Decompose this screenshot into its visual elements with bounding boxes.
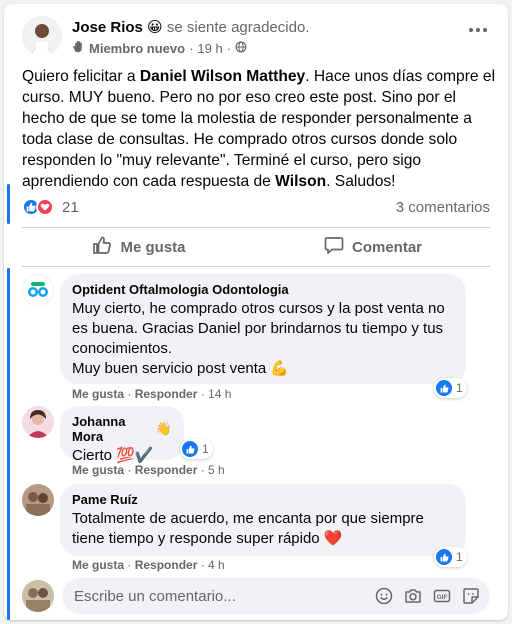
post-body: Quiero felicitar a Daniel Wilson Matthey… xyxy=(22,66,500,192)
comment-line: Muy buen servicio post venta 💪 xyxy=(72,360,290,377)
comment-button[interactable]: Comentar xyxy=(256,228,490,266)
comment-actions: Me gusta · Responder · 5 h xyxy=(72,463,225,477)
body-text: . Saludos! xyxy=(326,173,396,190)
thumbs-up-icon xyxy=(436,380,452,396)
comment-line: Muy cierto, he comprado otros cursos y l… xyxy=(72,300,445,317)
comment-input-wrapper: GIF xyxy=(62,578,490,614)
comment-reactions[interactable]: 1 xyxy=(434,378,467,398)
comment-time[interactable]: 5 h xyxy=(208,463,225,477)
mention-daniel[interactable]: Daniel Wilson Matthey xyxy=(140,68,305,85)
camera-icon[interactable] xyxy=(403,586,422,605)
comment-reply-link[interactable]: Responder xyxy=(135,387,198,401)
comment-line: tiene tiempo y responde super rápido ❤️ xyxy=(72,530,343,547)
wave-icon: 👋 xyxy=(155,421,172,436)
commenter-name[interactable]: Johanna Mora xyxy=(72,414,153,444)
comment: Johanna Mora 👋 Cierto 💯✔️ 1 xyxy=(22,406,490,464)
comment-reaction-count: 1 xyxy=(456,550,463,564)
body-text: Quiero felicitar a xyxy=(22,68,140,85)
thumbs-up-icon xyxy=(92,235,112,259)
smiley-icon[interactable] xyxy=(374,586,393,605)
comment: Pame Ruíz Totalmente de acuerdo, me enca… xyxy=(22,484,490,567)
comment-time[interactable]: 14 h xyxy=(208,387,231,401)
comment-line: es buena. Gracias Daniel por brindarnos … xyxy=(72,320,444,337)
current-user-avatar[interactable] xyxy=(22,580,54,612)
svg-text:GIF: GIF xyxy=(436,593,447,600)
member-badge: Miembro nuevo xyxy=(89,40,186,56)
author-line: Jose Rios 😀 se siente agradecido. xyxy=(72,18,309,36)
comment-text: Totalmente de acuerdo, me encanta por qu… xyxy=(72,509,454,549)
focus-indicator xyxy=(7,184,10,224)
mention-wilson[interactable]: Wilson xyxy=(275,173,326,190)
comment-bubble: Johanna Mora 👋 Cierto 💯✔️ xyxy=(60,406,184,464)
commenter-avatar[interactable] xyxy=(22,274,54,306)
more-horizontal-icon[interactable] xyxy=(464,20,492,40)
author-avatar[interactable] xyxy=(22,16,62,56)
comment-reply-link[interactable]: Responder xyxy=(135,463,198,477)
comment-like-link[interactable]: Me gusta xyxy=(72,558,124,572)
comment-bubble: Pame Ruíz Totalmente de acuerdo, me enca… xyxy=(60,484,466,556)
comment-reactions[interactable]: 1 xyxy=(180,439,213,459)
comment-input[interactable] xyxy=(74,587,354,605)
feeling-text: se siente agradecido. xyxy=(166,19,310,36)
comment-line: conocimientos. xyxy=(72,340,173,357)
globe-icon xyxy=(235,41,247,56)
divider xyxy=(22,266,490,267)
commenter-name-row: Johanna Mora 👋 xyxy=(72,414,172,444)
feeling-emoji: 😀 xyxy=(147,19,163,36)
comments-count[interactable]: 3 comentarios xyxy=(396,199,490,216)
comment-bubble: Optident Oftalmologia Odontologia Muy ci… xyxy=(60,274,466,384)
comments-indicator xyxy=(7,268,10,620)
comment-actions: Me gusta · Responder · 4 h xyxy=(72,558,225,572)
author-name[interactable]: Jose Rios xyxy=(72,19,143,36)
meta-separator: · xyxy=(189,40,194,56)
comment-actions: Me gusta · Responder · 14 h xyxy=(72,387,232,401)
reaction-count[interactable]: 21 xyxy=(62,199,79,216)
comment-like-link[interactable]: Me gusta xyxy=(72,387,124,401)
comment: Optident Oftalmologia Odontologia Muy ci… xyxy=(22,274,490,398)
like-label: Me gusta xyxy=(120,238,186,256)
comment-time[interactable]: 4 h xyxy=(208,558,225,572)
post-header: Jose Rios 😀 se siente agradecido. Miembr… xyxy=(22,14,498,58)
meta-separator: · xyxy=(226,40,232,56)
thumbs-up-icon xyxy=(182,441,198,457)
thumbs-up-icon xyxy=(436,549,452,565)
comment-like-link[interactable]: Me gusta xyxy=(72,463,124,477)
wave-icon xyxy=(72,40,85,56)
post-meta: Miembro nuevo · 19 h · xyxy=(72,40,247,56)
comment-composer: GIF xyxy=(22,578,490,614)
comment-reaction-count: 1 xyxy=(456,381,463,395)
comment-reply-link[interactable]: Responder xyxy=(135,558,198,572)
comment-reactions[interactable]: 1 xyxy=(434,547,467,567)
speech-bubble-icon xyxy=(324,235,344,259)
post-card: Jose Rios 😀 se siente agradecido. Miembr… xyxy=(4,4,508,620)
commenter-name[interactable]: Optident Oftalmologia Odontologia xyxy=(72,282,454,297)
sticker-icon[interactable] xyxy=(461,586,480,605)
composer-tools: GIF xyxy=(374,586,480,605)
comment-label: Comentar xyxy=(351,238,422,256)
gif-icon[interactable]: GIF xyxy=(432,586,451,605)
comment-text: Muy cierto, he comprado otros cursos y l… xyxy=(72,299,454,379)
comment-reaction-count: 1 xyxy=(202,442,209,456)
post-time[interactable]: 19 h xyxy=(197,41,222,56)
like-button[interactable]: Me gusta xyxy=(22,228,256,266)
comment-line: Totalmente de acuerdo, me encanta por qu… xyxy=(72,510,424,527)
body-text: . Hace unos días compre el curso. MUY bu… xyxy=(22,68,496,190)
commenter-avatar[interactable] xyxy=(22,406,54,438)
commenter-name[interactable]: Pame Ruíz xyxy=(72,492,454,507)
reaction-icons[interactable]: 21 xyxy=(22,198,79,216)
action-bar: Me gusta Comentar xyxy=(22,228,490,266)
heart-icon xyxy=(36,198,54,216)
reactions-summary: 21 3 comentarios xyxy=(22,194,490,220)
commenter-avatar[interactable] xyxy=(22,484,54,516)
